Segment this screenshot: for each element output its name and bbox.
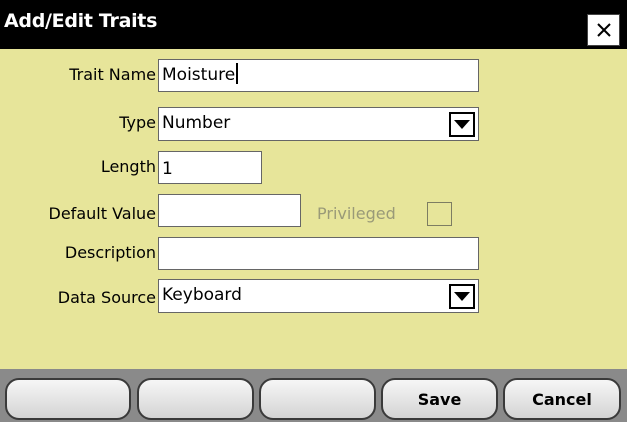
- data-source-value: Keyboard: [162, 285, 242, 305]
- trait-name-value: Moisture: [162, 65, 236, 85]
- button-bar: Save Cancel: [0, 369, 627, 422]
- description-label: Description: [64, 243, 156, 262]
- soft-button-2[interactable]: [137, 378, 254, 420]
- type-label: Type: [119, 113, 156, 132]
- text-caret: [236, 63, 239, 84]
- data-source-select[interactable]: Keyboard: [158, 279, 479, 313]
- save-button[interactable]: Save: [381, 378, 498, 420]
- title-bar: Add/Edit Traits: [0, 0, 627, 49]
- description-input[interactable]: [158, 237, 479, 270]
- data-source-label: Data Source: [57, 288, 156, 307]
- chevron-down-icon: [454, 292, 470, 301]
- length-value: 1: [162, 159, 173, 179]
- add-edit-traits-dialog: Add/Edit Traits Trait Name Moisture Type…: [0, 0, 627, 422]
- soft-button-3[interactable]: [259, 378, 376, 420]
- type-dropdown-button[interactable]: [449, 112, 475, 137]
- trait-name-label: Trait Name: [69, 65, 156, 84]
- default-value-input[interactable]: [158, 194, 301, 227]
- privileged-label: Privileged: [317, 204, 396, 223]
- privileged-checkbox[interactable]: [427, 202, 452, 226]
- cancel-button[interactable]: Cancel: [503, 378, 621, 420]
- dialog-title: Add/Edit Traits: [4, 10, 158, 32]
- type-select[interactable]: Number: [158, 107, 479, 141]
- soft-button-1[interactable]: [5, 378, 131, 420]
- default-value-label: Default Value: [48, 204, 156, 223]
- data-source-dropdown-button[interactable]: [449, 284, 475, 309]
- type-value: Number: [162, 113, 231, 133]
- chevron-down-icon: [454, 120, 470, 129]
- length-label: Length: [100, 157, 156, 176]
- close-button[interactable]: [587, 14, 620, 46]
- length-input[interactable]: 1: [158, 151, 262, 184]
- trait-name-input[interactable]: Moisture: [158, 59, 479, 92]
- close-icon: [596, 23, 611, 37]
